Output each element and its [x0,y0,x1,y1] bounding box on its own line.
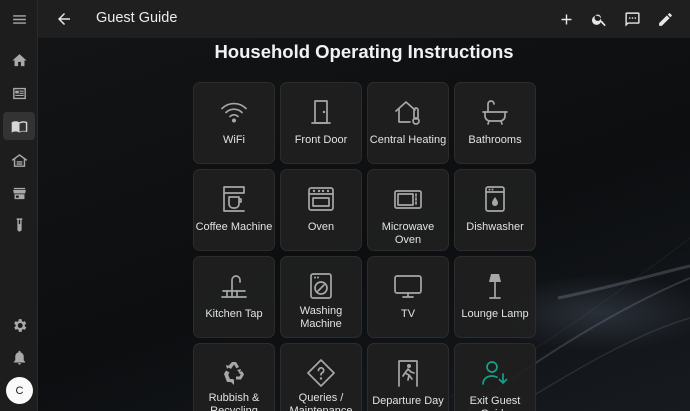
microwave-oven-card[interactable]: Microwave Oven [367,169,449,251]
dashboard-view: Household Operating Instructions WiFi Fr… [38,38,690,411]
card-label: Oven [307,221,335,233]
central-heating-card[interactable]: Central Heating [367,82,449,164]
coffee-machine-card[interactable]: Coffee Machine [193,169,275,251]
avatar[interactable]: C [6,377,33,404]
plus-icon[interactable] [552,5,580,33]
newspaper-icon[interactable] [3,79,35,107]
avatar-initial: C [15,384,24,397]
tv-card[interactable]: TV [367,256,449,338]
card-label: Bathrooms [468,134,522,146]
account-arrow-icon [480,358,510,388]
card-label: Microwave Oven [381,221,435,246]
front-door-card[interactable]: Front Door [280,82,362,164]
card-label: Departure Day [372,395,444,407]
rubbish-recycling-card[interactable]: Rubbish & Recycling [193,343,275,411]
washing-machine-icon [306,271,336,301]
wifi-icon [219,97,249,127]
door-icon [306,97,336,127]
card-label: Queries / Maintenance [289,392,353,411]
home-icon[interactable] [3,46,35,74]
card-label: Exit Guest Guide [469,395,521,411]
dishwasher-card[interactable]: Dishwasher [454,169,536,251]
faucet-icon [219,271,249,301]
home-thermometer-icon [393,97,423,127]
exit-guest-guide-card[interactable]: Exit Guest Guide [454,343,536,411]
home-roof-icon[interactable] [3,146,35,174]
test-tube-icon[interactable] [3,211,35,239]
coffee-maker-icon [219,184,249,214]
recycle-icon [219,358,249,388]
button-grid: WiFi Front Door Central Heating Bathroom… [193,82,536,411]
store-icon[interactable] [3,179,35,207]
tv-icon [393,271,423,301]
bell-icon[interactable] [3,343,35,371]
book-open-icon[interactable] [3,112,35,140]
dashboard-heading: Household Operating Instructions [214,41,514,62]
search-icon[interactable] [585,5,613,33]
departure-day-card[interactable]: Departure Day [367,343,449,411]
sidebar: C [0,0,38,411]
top-app-bar: Guest Guide [38,0,690,38]
card-label: Rubbish & Recycling [208,392,260,411]
card-label: Lounge Lamp [461,308,529,320]
page-title: Guest Guide [96,10,178,26]
dishwasher-icon [480,184,510,214]
washing-machine-card[interactable]: Washing Machine [280,256,362,338]
comment-processing-icon[interactable] [618,5,646,33]
oven-card[interactable]: Oven [280,169,362,251]
kitchen-tap-card[interactable]: Kitchen Tap [193,256,275,338]
floor-lamp-icon [480,271,510,301]
microwave-icon [393,184,423,214]
card-label: TV [400,308,416,320]
card-label: WiFi [223,134,245,146]
queries-maintenance-card[interactable]: Queries / Maintenance [280,343,362,411]
gear-icon[interactable] [3,311,35,339]
card-label: Washing Machine [299,305,343,330]
pencil-icon[interactable] [651,5,679,33]
menu-icon[interactable] [3,5,35,33]
stove-icon [306,184,336,214]
card-label: Dishwasher [466,221,524,233]
bathrooms-card[interactable]: Bathrooms [454,82,536,164]
help-diamond-icon [306,358,336,388]
lounge-lamp-card[interactable]: Lounge Lamp [454,256,536,338]
exit-run-icon [393,358,423,388]
arrow-left-icon[interactable] [50,5,78,33]
bathtub-icon [480,97,510,127]
card-label: Kitchen Tap [205,308,263,320]
wifi-card[interactable]: WiFi [193,82,275,164]
card-label: Coffee Machine [195,221,273,233]
card-label: Front Door [294,134,348,146]
card-label: Central Heating [369,134,447,146]
